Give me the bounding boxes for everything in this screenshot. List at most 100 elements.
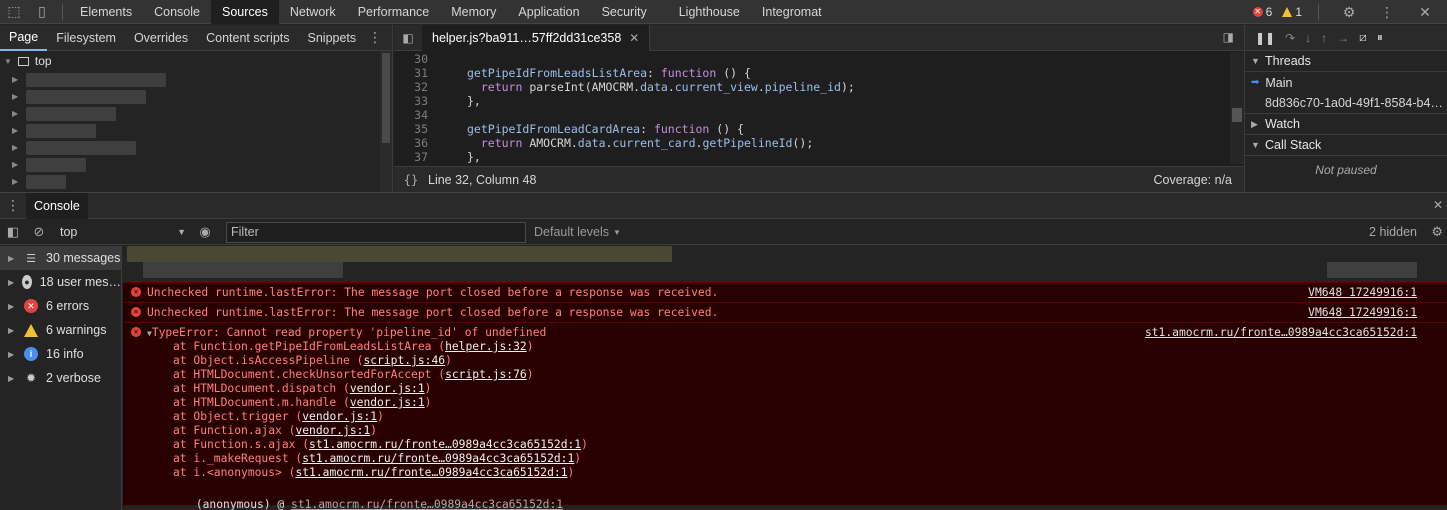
step-into-icon[interactable]: ↓	[1305, 31, 1311, 45]
code-line[interactable]: 30	[394, 52, 1234, 66]
threads-header[interactable]: ▼ Threads	[1245, 51, 1447, 72]
console-error-message[interactable]: ✕ Unchecked runtime.lastError: The messa…	[123, 282, 1447, 302]
error-source-link[interactable]: VM648 17249916:1	[1308, 286, 1417, 299]
code-line[interactable]: 36 return AMOCRM.data.current_card.getPi…	[394, 136, 1234, 150]
drawer-tab-console[interactable]: Console	[26, 192, 88, 219]
watch-header[interactable]: ▶ Watch	[1245, 114, 1447, 135]
stack-frame-link[interactable]: vendor.js:1	[350, 382, 425, 395]
stack-frame-link[interactable]: helper.js:32	[445, 340, 527, 353]
stack-frame-link[interactable]: st1.amocrm.ru/fronte…0989a4cc3ca65152d:1	[309, 438, 581, 451]
editor-scrollbar[interactable]	[1230, 52, 1244, 164]
sidebar-item-error[interactable]: ▶ ✕ 6 errors	[0, 294, 121, 318]
toggle-navigator-icon[interactable]: ◧	[394, 25, 422, 51]
line-number[interactable]: 37	[394, 150, 434, 164]
warning-counter[interactable]: 1	[1282, 5, 1302, 19]
more-options-icon[interactable]: ⋮	[1373, 0, 1401, 24]
navigator-tab-filesystem[interactable]: Filesystem	[47, 25, 125, 51]
tree-item[interactable]: ▶	[0, 105, 392, 122]
stack-frame-link[interactable]: script.js:76	[445, 368, 527, 381]
filter-input[interactable]	[226, 221, 526, 243]
expand-arrow-icon[interactable]: ▶	[8, 374, 16, 383]
stack-frame-link[interactable]: vendor.js:1	[350, 396, 425, 409]
tab-performance[interactable]: Performance	[347, 0, 441, 24]
error-counter[interactable]: ✕ 6	[1252, 5, 1272, 19]
expand-arrow-icon[interactable]: ▶	[8, 326, 16, 335]
expand-arrow-icon[interactable]: ▶	[12, 109, 18, 118]
tab-security[interactable]: Security	[591, 0, 658, 24]
tree-item[interactable]: ▶	[0, 88, 392, 105]
code-line[interactable]: 32 return parseInt(AMOCRM.data.current_v…	[394, 80, 1234, 94]
code-line[interactable]: 31 getPipeIdFromLeadsListArea: function (…	[394, 66, 1234, 80]
line-number[interactable]: 35	[394, 122, 434, 136]
scrollbar-thumb[interactable]	[382, 53, 390, 143]
expand-arrow-icon[interactable]: ▶	[12, 92, 18, 101]
line-number[interactable]: 31	[394, 66, 434, 80]
settings-gear-icon[interactable]: ⚙	[1335, 0, 1363, 24]
navigator-tab-content-scripts[interactable]: Content scripts	[197, 25, 298, 51]
stack-frame-link[interactable]: st1.amocrm.ru/fronte…0989a4cc3ca65152d:1	[295, 466, 567, 479]
step-icon[interactable]: →	[1337, 31, 1349, 45]
thread-main[interactable]: ➡ Main	[1245, 72, 1447, 93]
toggle-debugger-icon[interactable]: ◨	[1223, 30, 1234, 44]
step-over-icon[interactable]: ↷	[1285, 31, 1295, 45]
device-toolbar-icon[interactable]: ▯	[28, 0, 56, 24]
thread-worker[interactable]: 8d836c70-1a0d-49f1-8584-b4…	[1245, 93, 1447, 114]
close-drawer-icon[interactable]: ✕	[1433, 198, 1443, 212]
step-out-icon[interactable]: ↑	[1321, 31, 1327, 45]
tab-memory[interactable]: Memory	[440, 0, 507, 24]
pause-icon[interactable]: ❚❚	[1255, 31, 1275, 45]
sidebar-item-user[interactable]: ▶ ● 18 user mes…	[0, 270, 121, 294]
tree-item[interactable]: ▶	[0, 122, 392, 139]
navigator-tab-overrides[interactable]: Overrides	[125, 25, 197, 51]
expand-arrow-icon[interactable]: ▶	[8, 350, 16, 359]
tree-item[interactable]: ▶	[0, 173, 392, 190]
line-number[interactable]: 34	[394, 108, 434, 122]
tab-integromat[interactable]: Integromat	[751, 0, 833, 24]
tab-network[interactable]: Network	[279, 0, 347, 24]
expand-arrow-icon[interactable]: ▼	[4, 57, 12, 66]
error-source-link[interactable]: VM648 17249916:1	[1308, 306, 1417, 319]
expand-arrow-icon[interactable]: ▶	[12, 143, 18, 152]
sidebar-item-info[interactable]: ▶ i 16 info	[0, 342, 121, 366]
editor-tab-helper-js[interactable]: helper.js?ba911…57ff2dd31ce358 ✕	[422, 24, 651, 51]
code-line[interactable]: 33},	[394, 94, 1234, 108]
stack-frame-link[interactable]: vendor.js:1	[295, 424, 370, 437]
toggle-sidebar-icon[interactable]: ◧	[0, 220, 26, 245]
navigator-tab-snippets[interactable]: Snippets	[299, 25, 366, 51]
pretty-print-icon[interactable]: {}	[394, 173, 428, 187]
expand-arrow-icon[interactable]: ▶	[12, 160, 18, 169]
code-area[interactable]: 30 31 getPipeIdFromLeadsListArea: function…	[394, 52, 1234, 164]
navigator-scrollbar[interactable]	[380, 51, 392, 192]
context-selector[interactable]: top ▼	[52, 225, 192, 239]
line-number[interactable]: 33	[394, 94, 434, 108]
navigator-tab-page[interactable]: Page	[0, 25, 48, 51]
console-type-error[interactable]: ✕ ▼TypeError: Cannot read property 'pipe…	[123, 322, 1447, 510]
code-line[interactable]: 35 getPipeIdFromLeadCardArea: function ()…	[394, 122, 1234, 136]
expand-arrow-icon[interactable]: ▶	[8, 254, 16, 263]
expand-arrow-icon[interactable]: ▶	[8, 278, 14, 287]
live-expression-eye-icon[interactable]: ◉	[192, 220, 218, 245]
tab-elements[interactable]: Elements	[69, 0, 143, 24]
anonymous-link[interactable]: st1.amocrm.ru/fronte…0989a4cc3ca65152d:1	[291, 498, 563, 510]
scrollbar-thumb[interactable]	[1232, 108, 1242, 122]
tree-item[interactable]: ▶	[0, 139, 392, 156]
error-source-link[interactable]: st1.amocrm.ru/fronte…0989a4cc3ca65152d:1	[1145, 326, 1417, 339]
tree-item[interactable]: ▶	[0, 156, 392, 173]
log-levels-dropdown[interactable]: Default levels ▼	[534, 225, 621, 239]
code-line[interactable]: 37},	[394, 150, 1234, 164]
expand-arrow-icon[interactable]: ▶	[12, 126, 18, 135]
sidebar-item-warning[interactable]: ▶ 6 warnings	[0, 318, 121, 342]
expand-arrow-icon[interactable]: ▶	[12, 177, 18, 186]
drawer-more-icon[interactable]: ⋮	[0, 197, 26, 214]
tree-item[interactable]: ▶	[0, 71, 392, 88]
console-error-message[interactable]: ✕ Unchecked runtime.lastError: The messa…	[123, 302, 1447, 322]
pause-on-exceptions-icon[interactable]: ⏸	[1377, 30, 1383, 45]
expand-arrow-icon[interactable]: ▶	[12, 75, 18, 84]
type-error-header[interactable]: ▼TypeError: Cannot read property 'pipeli…	[147, 326, 546, 339]
tab-application[interactable]: Application	[507, 0, 590, 24]
line-number[interactable]: 36	[394, 136, 434, 150]
close-devtools-icon[interactable]: ✕	[1411, 0, 1439, 24]
tree-root[interactable]: ▼ top	[0, 51, 392, 71]
tab-console[interactable]: Console	[143, 0, 211, 24]
code-line[interactable]: 34	[394, 108, 1234, 122]
